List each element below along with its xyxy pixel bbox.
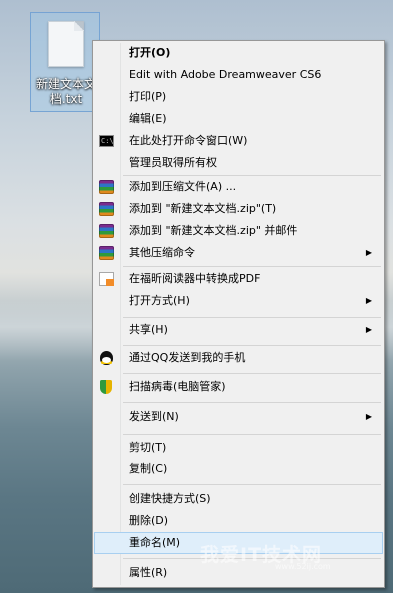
desktop-file-label: 新建文本文档.txt [35,77,96,106]
menu-separator [123,345,381,346]
menu-item-edit-dreamweaver[interactable]: Edit with Adobe Dreamweaver CS6 [95,65,382,85]
submenu-arrow-icon: ▶ [365,325,372,334]
menu-item-add-to-zip-and-email[interactable]: 添加到 "新建文本文档.zip" 并邮件 [95,221,382,241]
menu-item-other-compress[interactable]: 其他压缩命令 ▶ [95,243,382,263]
menu-item-add-to-archive[interactable]: 添加到压缩文件(A) ... [95,177,382,197]
winrar-icon [99,246,114,260]
shield-icon [100,380,112,394]
menu-item-open[interactable]: 打开(O) [95,43,382,63]
menu-item-cut[interactable]: 剪切(T) [95,438,382,458]
menu-item-convert-pdf[interactable]: 在福昕阅读器中转换成PDF [95,269,382,289]
text-document-icon [48,21,84,67]
submenu-arrow-icon: ▶ [365,248,372,257]
menu-separator [123,402,381,403]
menu-item-open-with[interactable]: 打开方式(H) ▶ [95,291,382,311]
menu-item-add-to-zip[interactable]: 添加到 "新建文本文档.zip"(T) [95,199,382,219]
qq-penguin-icon [100,351,113,365]
context-menu: 打开(O) Edit with Adobe Dreamweaver CS6 打印… [92,40,385,588]
menu-item-create-shortcut[interactable]: 创建快捷方式(S) [95,489,382,509]
command-prompt-icon: C:\ [99,135,114,147]
menu-item-edit[interactable]: 编辑(E) [95,109,382,129]
menu-separator [123,484,381,485]
menu-item-send-via-qq[interactable]: 通过QQ发送到我的手机 [95,348,382,368]
submenu-arrow-icon: ▶ [365,296,372,305]
submenu-arrow-icon: ▶ [365,412,372,421]
menu-separator [123,373,381,374]
menu-item-send-to[interactable]: 发送到(N) ▶ [95,407,382,427]
menu-item-copy[interactable]: 复制(C) [95,459,382,479]
winrar-icon [99,224,114,238]
foxit-pdf-icon [99,272,114,286]
menu-separator [123,434,381,435]
menu-item-scan-virus[interactable]: 扫描病毒(电脑管家) [95,377,382,397]
winrar-icon [99,180,114,194]
menu-item-share[interactable]: 共享(H) ▶ [95,320,382,340]
menu-separator [123,266,381,267]
menu-item-print[interactable]: 打印(P) [95,87,382,107]
menu-item-delete[interactable]: 删除(D) [95,511,382,531]
menu-item-take-ownership[interactable]: 管理员取得所有权 [95,153,382,173]
menu-separator [123,317,381,318]
menu-item-open-command-window[interactable]: C:\ 在此处打开命令窗口(W) [95,131,382,151]
winrar-icon [99,202,114,216]
desktop-file-icon[interactable]: 新建文本文档.txt [30,12,100,112]
watermark-url: www.52ij.com [275,562,331,571]
menu-separator [123,175,381,176]
